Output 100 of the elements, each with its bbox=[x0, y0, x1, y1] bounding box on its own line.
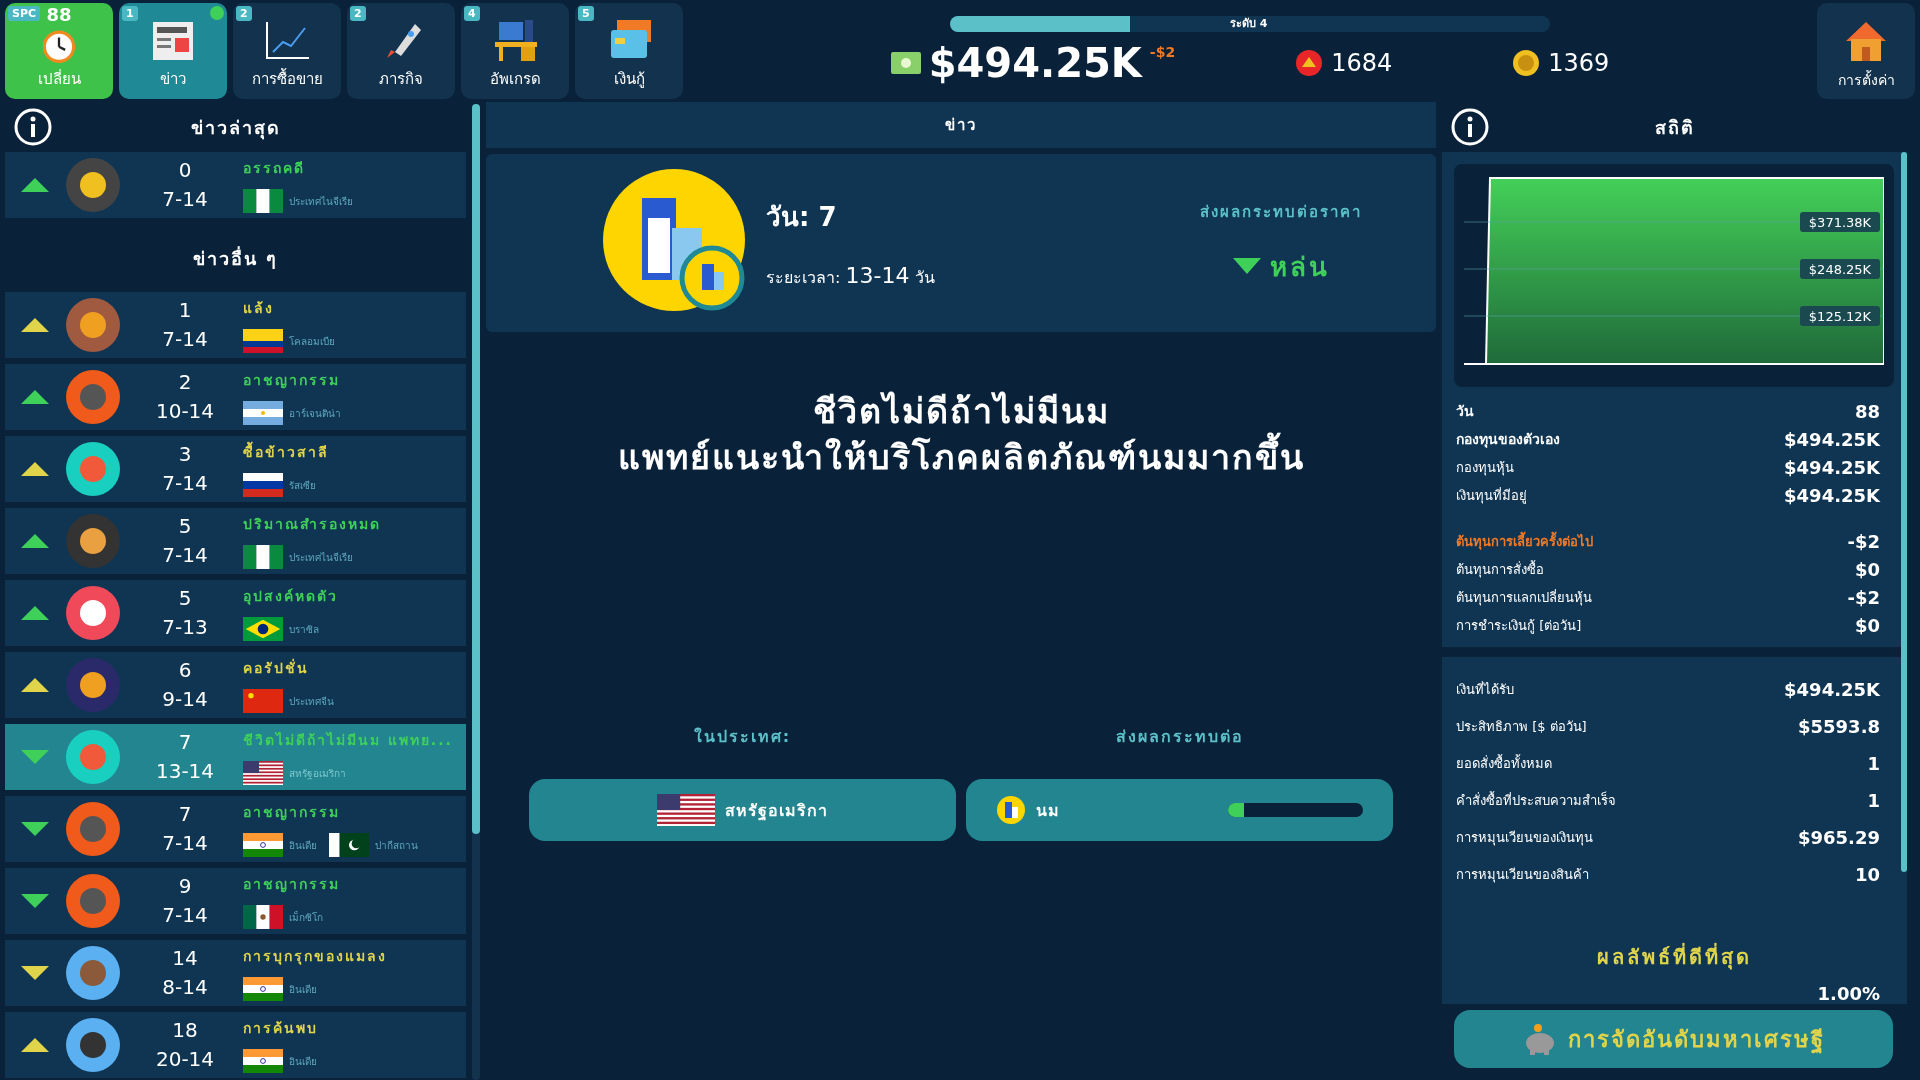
news-count: 18 bbox=[172, 1017, 198, 1044]
impact-label: ส่งผลกระทบต่อราคา bbox=[1200, 201, 1362, 223]
info-icon[interactable] bbox=[13, 107, 53, 147]
section-title: ข่าวล่าสุด bbox=[190, 115, 281, 142]
headline-line: ชีวิตไม่ดีถ้าไม่มีนม bbox=[812, 390, 1110, 432]
stat-value: $0 bbox=[1854, 614, 1880, 636]
section-title: ผลลัพธ์ที่ดีที่สุด bbox=[1596, 942, 1752, 972]
stat-label: การหมุนเวียนของเงินทุน bbox=[1456, 829, 1593, 848]
count-badge: 1 bbox=[122, 6, 138, 21]
country-name: อาร์เจนติน่า bbox=[289, 406, 341, 421]
news-item[interactable]: 2 10-14 อาชญากรรม อาร์เจนติน่า bbox=[5, 364, 466, 430]
chart-value-label: $248.25K bbox=[1800, 259, 1880, 279]
stat-value: -$2 bbox=[1847, 586, 1880, 608]
chart-value-label: $125.12K bbox=[1800, 306, 1880, 326]
news-title: ชีวิตไม่ดีถ้าไม่มีนม แพทย... bbox=[243, 731, 454, 750]
news-days: 7-14 bbox=[162, 829, 208, 858]
count-badge: SPC bbox=[8, 6, 41, 21]
day-label: วัน: 7 bbox=[766, 202, 837, 232]
news-item[interactable]: 3 7-14 ซื้อข้าวสาลี รัสเซีย bbox=[5, 436, 466, 502]
news-item[interactable]: 6 9-14 คอรัปชั่น ประเทศจีน bbox=[5, 652, 466, 718]
news-item[interactable]: 7 7-14 อาชญากรรม อินเดีย ปากีสถาน bbox=[5, 796, 466, 862]
count-badge: 2 bbox=[350, 6, 366, 21]
news-item[interactable]: 14 8-14 การบุกรุกของแมลง อินเดีย bbox=[5, 940, 466, 1006]
stat-value: $0 bbox=[1854, 558, 1880, 580]
flag-icon bbox=[657, 794, 715, 826]
topic-emblem-icon bbox=[65, 873, 121, 929]
stat-label: การชำระเงินกู้ [ต่อวัน] bbox=[1456, 616, 1582, 636]
stat-label: ต้นทุนการแลกเปลี่ยนหุ้น bbox=[1456, 588, 1592, 608]
stat-label: เงินทุนที่มีอยู่ bbox=[1456, 486, 1527, 506]
stat-label: วัน bbox=[1456, 402, 1474, 421]
stat-label: ต้นทุนการสั่งซื้อ bbox=[1456, 559, 1544, 580]
country-name: อินเดีย bbox=[289, 1054, 317, 1069]
news-item[interactable]: 5 7-13 อุปสงค์หดตัว บราซิล bbox=[5, 580, 466, 646]
stat-label: การหมุนเวียนของสินค้า bbox=[1456, 866, 1589, 885]
count-badge: 2 bbox=[236, 6, 252, 21]
topic-emblem-icon bbox=[65, 1017, 121, 1073]
cash-icon bbox=[890, 52, 921, 74]
country-name: สหรัฐอเมริกา bbox=[289, 766, 346, 781]
info-icon[interactable] bbox=[1450, 107, 1490, 147]
news-days: 7-14 bbox=[162, 325, 208, 354]
scrollbar[interactable] bbox=[472, 104, 480, 1080]
flag-icon bbox=[243, 1049, 283, 1073]
toolbar-tab[interactable]: 1 ข่าว bbox=[119, 3, 227, 99]
country-name: ประเทศจีน bbox=[289, 694, 334, 709]
country-name: อินเดีย bbox=[289, 838, 317, 853]
news-count: 14 bbox=[172, 945, 198, 972]
count-badge: 5 bbox=[578, 6, 594, 21]
news-item[interactable]: 9 7-14 อาชญากรรม เม็กซิโก bbox=[5, 868, 466, 934]
toolbar-tab[interactable]: 4 อัพเกรด bbox=[461, 3, 569, 99]
country-name: ปากีสถาน bbox=[375, 838, 418, 853]
flag-icon bbox=[243, 473, 283, 497]
country-name: รัสเซีย bbox=[289, 478, 316, 493]
topic-emblem-icon bbox=[65, 513, 121, 569]
news-title: อรรถคดี bbox=[243, 159, 306, 178]
news-days: 7-14 bbox=[162, 469, 208, 498]
toolbar-tab[interactable]: 2 ภารกิจ bbox=[347, 3, 455, 99]
toolbar-tab[interactable]: 5 เงินกู้ bbox=[575, 3, 683, 99]
stat-label: ต้นทุนการเลี้ยวครั้งต่อไป bbox=[1456, 530, 1593, 552]
topic-emblem-icon bbox=[65, 945, 121, 1001]
topic-emblem-icon bbox=[65, 801, 121, 857]
country-name: ประเทศไนจีเรีย bbox=[289, 550, 353, 565]
news-item[interactable]: 1 7-14 แล้ง โคลอมเบีย bbox=[5, 292, 466, 358]
money-change: -$2 bbox=[1149, 44, 1176, 60]
stat-value: -$2 bbox=[1847, 530, 1880, 552]
news-item[interactable]: 7 13-14 ชีวิตไม่ดีถ้าไม่มีนม แพทย... สหรัฐอเมริกา bbox=[5, 724, 466, 790]
product-button[interactable]: นม bbox=[966, 779, 1393, 841]
news-title: อาชญากรรม bbox=[243, 875, 341, 895]
topic-emblem-icon bbox=[65, 585, 121, 641]
news-days: 7-14 bbox=[162, 185, 208, 214]
news-days: 8-14 bbox=[162, 973, 208, 1002]
country-name: บราซิล bbox=[289, 622, 319, 637]
flag-icon bbox=[243, 545, 283, 569]
gem-icon bbox=[1295, 49, 1324, 77]
chart-value-label: $371.38K bbox=[1800, 212, 1880, 232]
flag-icon bbox=[243, 617, 283, 641]
news-title: คอรัปชั่น bbox=[243, 657, 310, 678]
stat-label: กองทุนของตัวเอง bbox=[1456, 430, 1560, 450]
settings-button[interactable]: การตั้งค่า bbox=[1817, 3, 1915, 99]
news-count: 5 bbox=[178, 513, 192, 540]
news-title: ปริมาณสำรองหมด bbox=[243, 515, 382, 534]
stat-value: 1 bbox=[1867, 753, 1880, 774]
news-count: 1 bbox=[178, 297, 192, 324]
country-button[interactable]: สหรัฐอเมริกา bbox=[529, 779, 956, 841]
toolbar-tab[interactable]: 2 การซื้อขาย bbox=[233, 3, 341, 99]
section-title: ข่าวอื่น ๆ bbox=[192, 245, 279, 271]
news-item[interactable]: 18 20-14 การค้นพบ อินเดีย bbox=[5, 1012, 466, 1078]
panel-title: ข่าว bbox=[945, 115, 977, 136]
stat-label: ยอดสั่งซื้อทั้งหมด bbox=[1456, 753, 1552, 773]
flag-icon bbox=[243, 833, 283, 857]
news-title: อุปสงค์หดตัว bbox=[243, 587, 339, 607]
flag-icon bbox=[243, 977, 283, 1001]
headline-line: แพทย์แนะนำให้บริโภคผลิตภัณฑ์นมมากขึ้น bbox=[617, 434, 1305, 480]
news-count: 6 bbox=[178, 657, 192, 684]
news-item[interactable]: 5 7-14 ปริมาณสำรองหมด ประเทศไนจีเรีย bbox=[5, 508, 466, 574]
news-item[interactable]: 0 7-14 อรรถคดี ประเทศไนจีเรีย bbox=[5, 152, 466, 218]
flag-icon bbox=[243, 761, 283, 785]
scrollbar[interactable] bbox=[1901, 152, 1907, 872]
duration-label: ระยะเวลา: 13-14 วัน bbox=[766, 268, 935, 287]
flag-icon bbox=[243, 689, 283, 713]
gem-count: 1684 bbox=[1331, 49, 1393, 77]
